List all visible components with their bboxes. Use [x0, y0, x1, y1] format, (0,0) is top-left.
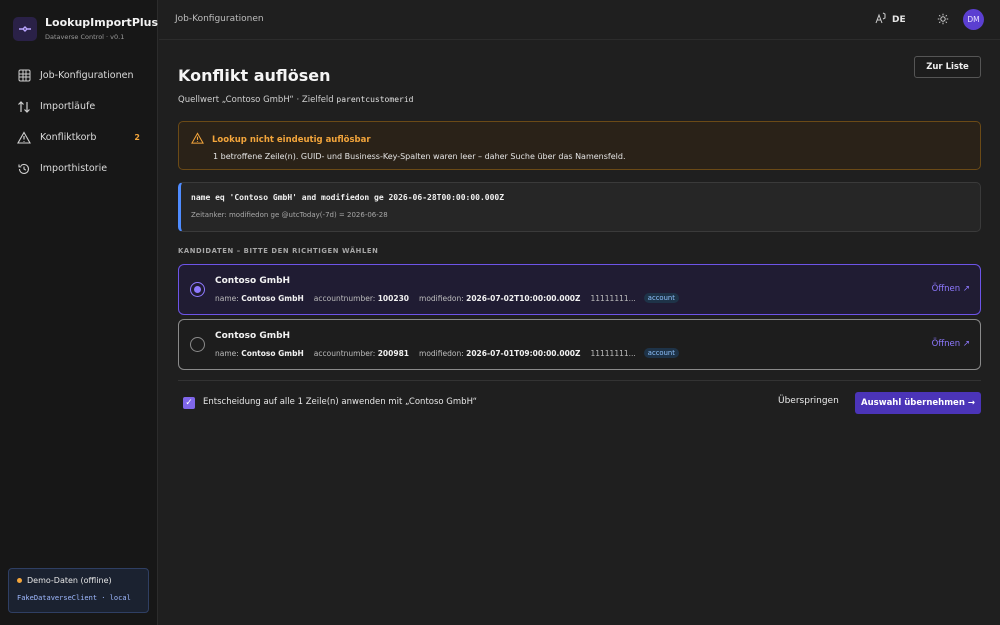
- language-switch[interactable]: DE: [875, 12, 906, 27]
- skip-button[interactable]: Überspringen: [778, 396, 839, 406]
- warning-banner: Lookup nicht eindeutig auflösbar 1 betro…: [178, 121, 981, 170]
- sidebar-item-job-configurations[interactable]: Job-Konfigurationen: [0, 60, 158, 91]
- sidebar-nav: Job-Konfigurationen Importläufe Konflikt…: [0, 60, 158, 184]
- candidate-name: Contoso GmbH: [215, 331, 291, 341]
- entity-tag: account: [643, 293, 679, 303]
- accountnumber-label: accountnumber:: [313, 348, 376, 358]
- app-name: LookupImportPlus: [45, 16, 159, 29]
- sidebar-item-label: Importhistorie: [40, 163, 108, 174]
- language-code: DE: [892, 14, 906, 25]
- modifiedon-value: 2026-07-01T09:00:00.000Z: [466, 348, 581, 358]
- sidebar-item-label: Job-Konfigurationen: [40, 70, 134, 81]
- candidate-radio[interactable]: [190, 282, 205, 297]
- candidate-name: Contoso GmbH: [215, 276, 291, 286]
- entity-tag: account: [643, 348, 679, 358]
- radio-selected-dot: [194, 286, 201, 293]
- query-filter: name eq 'Contoso GmbH' and modifiedon ge…: [191, 193, 505, 202]
- modifiedon-label: modifiedon:: [419, 293, 464, 303]
- candidate-card[interactable]: Contoso GmbH name: Contoso GmbH accountn…: [178, 319, 981, 370]
- modifiedon-value: 2026-07-02T10:00:00.000Z: [466, 293, 581, 303]
- divider: [178, 380, 981, 381]
- brand: LookupImportPlus Dataverse Control · v0.…: [13, 16, 158, 41]
- demo-client: FakeDataverseClient · local: [17, 594, 131, 602]
- accountnumber-label: accountnumber:: [313, 293, 376, 303]
- decision-footer: ✓ Entscheidung auf alle 1 Zeile(n) anwen…: [178, 392, 981, 414]
- candidate-radio[interactable]: [190, 337, 205, 352]
- conflict-count-badge: 2: [134, 133, 140, 142]
- name-value: Contoso GmbH: [241, 293, 304, 303]
- source-value-text: Quellwert „Contoso GmbH“ · Zielfeld: [178, 95, 337, 105]
- warning-message: 1 betroffene Zeile(n). GUID- und Busines…: [213, 152, 626, 161]
- sidebar-item-label: Importläufe: [40, 101, 96, 112]
- translate-icon: [875, 12, 887, 27]
- accountnumber-value: 100230: [377, 293, 410, 303]
- check-icon: ✓: [185, 398, 193, 408]
- arrows-updown-icon: [16, 99, 32, 115]
- open-record-link[interactable]: Öffnen ↗: [932, 339, 970, 349]
- theme-toggle-sun-icon[interactable]: [935, 11, 951, 27]
- apply-all-label: Entscheidung auf alle 1 Zeile(n) anwende…: [203, 397, 478, 407]
- demo-data-status: Demo-Daten (offline) FakeDataverseClient…: [8, 568, 149, 613]
- warning-icon: [191, 132, 204, 148]
- query-box: name eq 'Contoso GmbH' and modifiedon ge…: [178, 182, 981, 232]
- sidebar-item-label: Konfliktkorb: [40, 132, 97, 143]
- sidebar-item-import-runs[interactable]: Importläufe: [0, 91, 158, 122]
- app-logo-icon: [13, 16, 37, 41]
- sidebar-item-import-history[interactable]: Importhistorie: [0, 153, 158, 184]
- topbar: Job-Konfigurationen DE DM: [159, 0, 1000, 40]
- app-subtitle: Dataverse Control · v0.1: [45, 33, 125, 41]
- name-label: name:: [215, 348, 239, 358]
- demo-title: Demo-Daten (offline): [27, 576, 112, 585]
- back-to-list-button[interactable]: Zur Liste: [914, 56, 981, 78]
- page-title: Konflikt auflösen: [178, 66, 331, 85]
- grid-icon: [16, 68, 32, 84]
- candidate-card[interactable]: Contoso GmbH name: Contoso GmbH accountn…: [178, 264, 981, 315]
- avatar[interactable]: DM: [963, 9, 984, 30]
- sidebar: LookupImportPlus Dataverse Control · v0.…: [0, 0, 158, 625]
- history-icon: [16, 161, 32, 177]
- candidate-meta: name: Contoso GmbH accountnumber: 100230…: [215, 293, 679, 303]
- name-label: name:: [215, 293, 239, 303]
- accountnumber-value: 200981: [377, 348, 410, 358]
- warning-icon: [16, 130, 32, 146]
- modifiedon-label: modifiedon:: [419, 348, 464, 358]
- apply-all-checkbox[interactable]: ✓: [183, 397, 195, 409]
- candidates-heading: KANDIDATEN – BITTE DEN RICHTIGEN WÄHLEN: [178, 247, 379, 255]
- open-record-link[interactable]: Öffnen ↗: [932, 284, 970, 294]
- apply-selection-button[interactable]: Auswahl übernehmen →: [855, 392, 981, 414]
- record-id: 11111111...: [590, 293, 636, 303]
- sidebar-item-conflict-basket[interactable]: Konfliktkorb 2: [0, 122, 158, 153]
- time-anchor-note: Zeitanker: modifiedon ge @utcToday(-7d) …: [191, 211, 388, 219]
- source-target-info: Quellwert „Contoso GmbH“ · Zielfeld pare…: [178, 95, 413, 105]
- candidate-meta: name: Contoso GmbH accountnumber: 200981…: [215, 348, 679, 358]
- breadcrumb: Job-Konfigurationen: [175, 14, 264, 24]
- status-dot-icon: [17, 578, 22, 583]
- target-field: parentcustomerid: [336, 95, 414, 104]
- name-value: Contoso GmbH: [241, 348, 304, 358]
- warning-title: Lookup nicht eindeutig auflösbar: [212, 135, 371, 145]
- record-id: 11111111...: [590, 348, 636, 358]
